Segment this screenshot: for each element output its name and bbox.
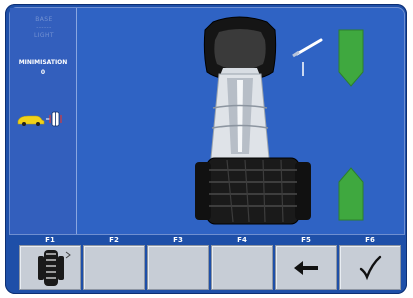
f6-label: F6 bbox=[365, 236, 375, 244]
arrow-up-icon bbox=[338, 167, 364, 221]
car-wheel-icon bbox=[14, 108, 74, 130]
tyre-icon bbox=[38, 250, 71, 286]
minimisation-title: MINIMISATION bbox=[18, 59, 68, 66]
f4-button[interactable] bbox=[211, 245, 273, 290]
function-key-bar: F1 F2 F3 F4 F5 F6 bbox=[9, 235, 403, 294]
sidebar-faded-info: BASE ------ LIGHT bbox=[34, 16, 54, 39]
app-frame: BASE ------ LIGHT MINIMISATION 0 F1 F2 F… bbox=[5, 4, 407, 294]
arrow-left-icon bbox=[294, 261, 318, 275]
f5-key: F5 bbox=[275, 235, 337, 290]
f1-label: F1 bbox=[45, 236, 55, 244]
f1-button[interactable] bbox=[19, 245, 81, 290]
sidebar: BASE ------ LIGHT MINIMISATION 0 bbox=[10, 8, 77, 234]
tyre-section-icon bbox=[203, 16, 277, 81]
f5-label: F5 bbox=[301, 236, 311, 244]
f3-key: F3 bbox=[147, 235, 209, 290]
f2-button[interactable] bbox=[83, 245, 145, 290]
f4-key: F4 bbox=[211, 235, 273, 290]
f6-button[interactable] bbox=[339, 245, 401, 290]
f3-button[interactable] bbox=[147, 245, 209, 290]
minimisation-value: 0 bbox=[40, 69, 46, 76]
checkmark-icon bbox=[359, 255, 382, 281]
probe-icon bbox=[292, 38, 323, 76]
f4-label: F4 bbox=[237, 236, 247, 244]
f2-key: F2 bbox=[83, 235, 145, 290]
f3-label: F3 bbox=[173, 236, 183, 244]
arrow-down-icon bbox=[338, 29, 364, 87]
f1-key: F1 bbox=[19, 235, 81, 290]
main-screen: BASE ------ LIGHT MINIMISATION 0 bbox=[9, 7, 405, 235]
f2-label: F2 bbox=[109, 236, 119, 244]
wheel-rim-icon bbox=[210, 73, 270, 159]
f5-button[interactable] bbox=[275, 245, 337, 290]
tyre-view bbox=[77, 8, 404, 234]
f6-key: F6 bbox=[339, 235, 401, 290]
minimisation-block: MINIMISATION 0 bbox=[14, 58, 72, 78]
tyre-tread-icon bbox=[195, 157, 311, 225]
